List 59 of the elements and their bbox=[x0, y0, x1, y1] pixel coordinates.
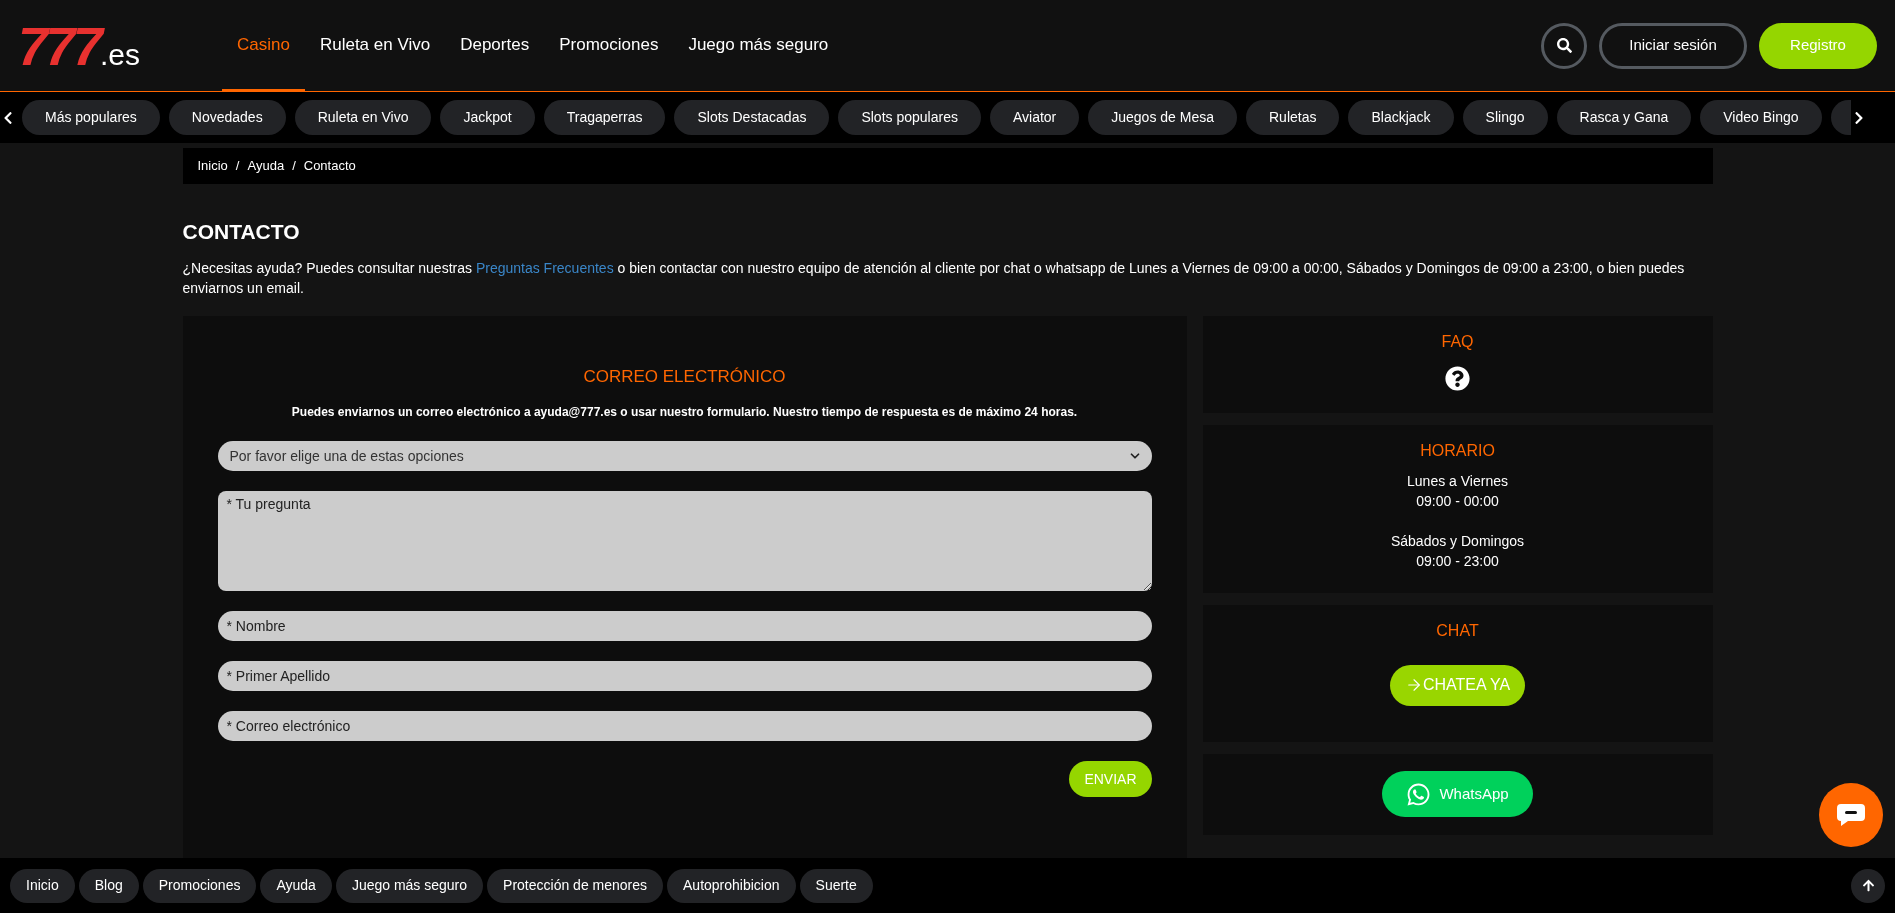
breadcrumb-separator: / bbox=[292, 157, 296, 176]
category-chip[interactable]: Más populares bbox=[22, 100, 160, 135]
footer-link[interactable]: Inicio bbox=[10, 868, 75, 903]
page-title: CONTACTO bbox=[182, 219, 301, 245]
category-chip[interactable]: Ruletas bbox=[1246, 100, 1340, 135]
nav-link[interactable]: Juego más seguro bbox=[673, 0, 844, 91]
search-button[interactable] bbox=[1541, 22, 1587, 69]
nav-link[interactable]: Deportes bbox=[445, 0, 545, 91]
category-chip[interactable]: Rasca y Gana bbox=[1556, 100, 1692, 135]
footer-link[interactable]: Ayuda bbox=[260, 868, 332, 903]
breadcrumb-link[interactable]: Inicio bbox=[197, 156, 228, 176]
category-chip[interactable]: Slots Destacadas bbox=[674, 100, 830, 135]
footer-link[interactable]: Juego más seguro bbox=[335, 868, 484, 903]
category-chip[interactable]: Ruleta en Vivo bbox=[294, 100, 432, 135]
form-title: CORREO ELECTRÓNICO bbox=[582, 365, 787, 388]
footer-link[interactable]: Protección de menores bbox=[487, 868, 664, 903]
input-field[interactable]: * Correo electrónico bbox=[217, 711, 1152, 741]
category-chip[interactable]: Slots populares bbox=[838, 100, 981, 135]
schedule-days: Lunes a Viernes bbox=[1407, 470, 1508, 491]
panel-title: FAQ bbox=[1441, 331, 1474, 352]
scroll-left-icon[interactable] bbox=[2, 110, 14, 125]
search-icon bbox=[1556, 38, 1572, 53]
topic-select[interactable]: Por favor elige una de estas opciones bbox=[217, 441, 1152, 471]
category-chip[interactable]: Juegos de Mesa bbox=[1088, 100, 1237, 135]
category-chip[interactable]: Slingo bbox=[1462, 100, 1548, 135]
category-chip[interactable]: Video Bingo bbox=[1700, 100, 1822, 135]
help-icon[interactable] bbox=[1445, 365, 1470, 391]
panel-title: HORARIO bbox=[1420, 440, 1495, 461]
schedule-hours: 09:00 - 23:00 bbox=[1416, 551, 1499, 571]
scroll-right-icon[interactable] bbox=[1852, 110, 1865, 125]
footer-link[interactable]: Blog bbox=[78, 868, 139, 903]
schedule-days: Sábados y Domingos bbox=[1390, 530, 1525, 551]
login-button[interactable]: Iniciar sesión bbox=[1599, 22, 1747, 69]
scroll-top-button[interactable] bbox=[1851, 868, 1885, 903]
category-chip[interactable]: Tragaperras bbox=[543, 100, 666, 135]
faq-link[interactable]: Preguntas Frecuentes bbox=[475, 259, 614, 276]
footer-link[interactable]: Suerte bbox=[799, 868, 873, 903]
arrow-up-icon bbox=[1861, 879, 1875, 892]
chat-icon bbox=[1836, 802, 1866, 828]
breadcrumb-link[interactable]: Ayuda bbox=[247, 156, 285, 176]
footer-link[interactable]: Autoprohibicion bbox=[667, 868, 796, 903]
category-chip[interactable]: Aviator bbox=[989, 100, 1080, 135]
category-chip[interactable]: Blackjack bbox=[1348, 100, 1454, 135]
form-description: Puedes enviarnos un correo electrónico a ayuda@777.es o usar nuestro formulario. Nuestro tiempo de respuesta es de máximo 24 horas. bbox=[290, 404, 1079, 421]
nav-link[interactable]: Promociones bbox=[544, 0, 674, 91]
breadcrumb-separator: / bbox=[235, 157, 240, 176]
question-field[interactable]: * Tu pregunta bbox=[217, 491, 1152, 591]
schedule-hours: 09:00 - 00:00 bbox=[1416, 491, 1499, 511]
logo-suffix[interactable]: .es bbox=[100, 39, 141, 70]
input-field[interactable]: * Nombre bbox=[217, 611, 1152, 641]
panel-title: CHAT bbox=[1436, 620, 1479, 641]
category-chip[interactable]: Jackpot bbox=[440, 100, 535, 135]
footer-link[interactable]: Promociones bbox=[142, 868, 257, 903]
breadcrumb-link[interactable]: Contacto bbox=[303, 156, 356, 176]
nav-link[interactable]: Ruleta en Vivo bbox=[304, 0, 446, 91]
input-field[interactable]: * Primer Apellido bbox=[217, 661, 1152, 691]
whatsapp-icon bbox=[1406, 781, 1432, 807]
category-chip[interactable]: Novedades bbox=[168, 100, 286, 135]
intro-text: ¿Necesitas ayuda? Puedes consultar nuestras Preguntas Frecuentes o bien contactar con nuestro equipo de atención al cliente por chat o whatsapp de Lunes a Viernes de 09:00 a 00:00, Sábados y Domingos de 09:00 a 23:00, o bien puedes enviarnos un email. bbox=[182, 258, 1686, 298]
